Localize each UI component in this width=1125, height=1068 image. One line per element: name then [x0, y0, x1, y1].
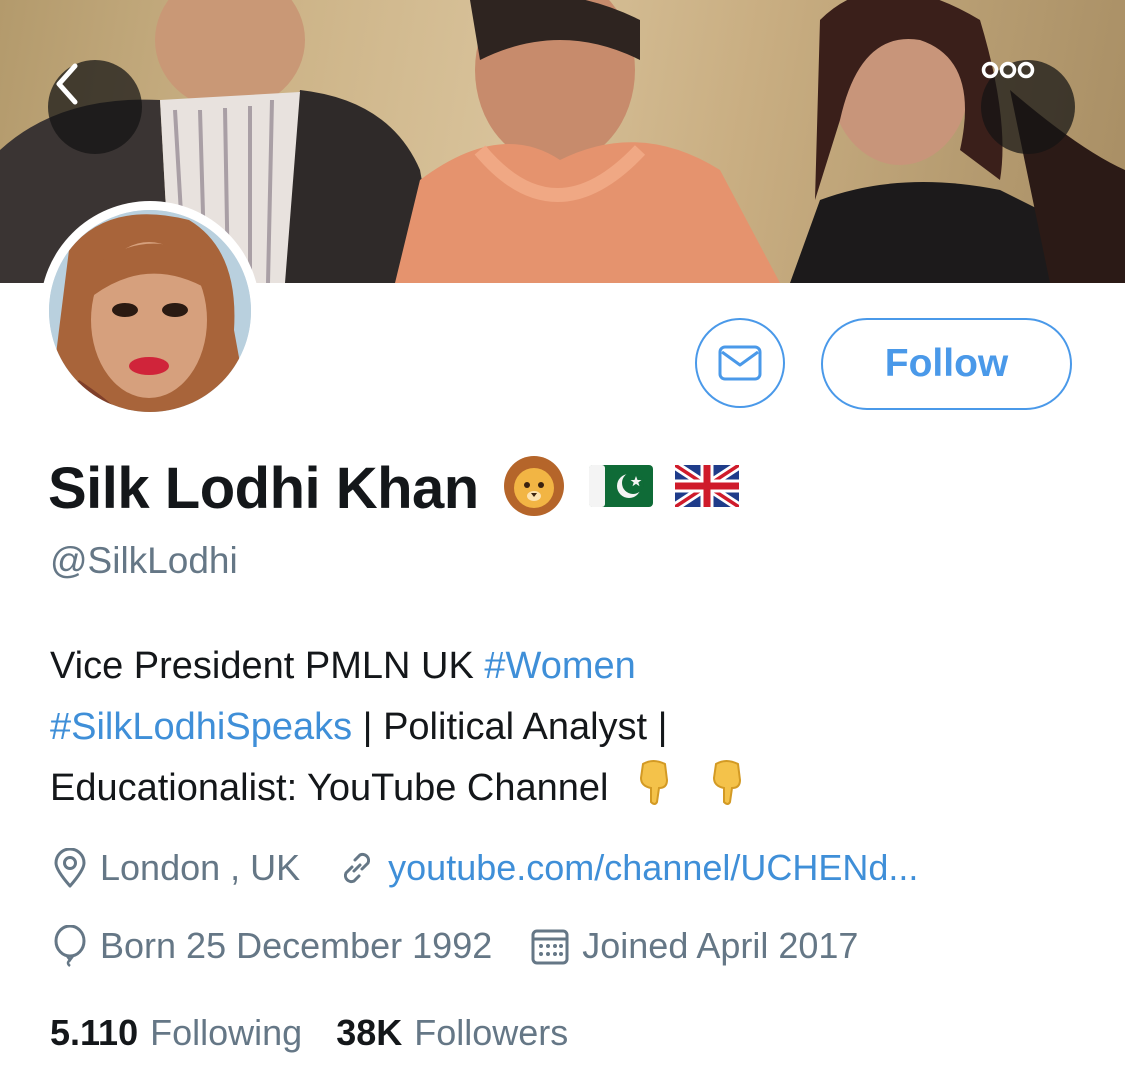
profile-page: Follow Silk Lodhi Khan @SilkLodhi Vice P…	[0, 0, 1125, 1068]
profile-avatar[interactable]	[40, 201, 260, 421]
hashtag-link[interactable]: #Women	[484, 645, 635, 687]
display-name: Silk Lodhi Khan	[48, 455, 479, 521]
bio-line-1: Vice President PMLN UK #Women	[50, 636, 1070, 697]
calendar-icon	[530, 926, 570, 966]
back-button[interactable]	[48, 60, 142, 154]
followers-count: 38K	[336, 1012, 403, 1053]
more-options-button[interactable]	[981, 60, 1075, 154]
uk-flag-emoji	[672, 460, 742, 512]
bio-text: Educationalist: YouTube Channel	[50, 767, 609, 809]
followers-label: Followers	[414, 1012, 569, 1053]
pointing-down-emoji	[706, 758, 746, 825]
link-icon	[338, 849, 376, 887]
bio-text: Vice President PMLN UK	[50, 645, 485, 687]
followers-link[interactable]: 38K Followers	[336, 1012, 568, 1054]
balloon-icon	[52, 925, 88, 967]
follow-button[interactable]: Follow	[821, 318, 1072, 410]
following-label: Following	[150, 1012, 303, 1053]
avatar-image	[49, 210, 251, 412]
location-text: London , UK	[100, 847, 301, 888]
hashtag-link[interactable]: #SilkLodhiSpeaks	[50, 706, 352, 748]
lion-emoji	[501, 455, 567, 522]
bio-line-3: Educationalist: YouTube Channel	[50, 758, 1070, 825]
meta-row-dates: Born 25 December 1992 Joined April 2017	[52, 921, 858, 971]
follow-stats: 5.110 Following 38K Followers	[50, 1008, 568, 1058]
pakistan-flag-emoji	[588, 464, 653, 512]
birthday-text: Born 25 December 1992	[100, 925, 493, 966]
display-name-row: Silk Lodhi Khan	[48, 452, 742, 524]
joined-text: Joined April 2017	[582, 925, 859, 966]
message-button[interactable]	[695, 318, 785, 408]
location-pin-icon	[52, 848, 88, 888]
pointing-down-emoji	[633, 758, 673, 825]
website-link[interactable]: youtube.com/channel/UCHENd...	[388, 847, 918, 889]
meta-row-location: London , UK youtube.com/channel/UCHENd..…	[52, 843, 918, 893]
profile-bio: Vice President PMLN UK #Women #SilkLodhi…	[50, 636, 1070, 825]
following-link[interactable]: 5.110 Following	[50, 1012, 302, 1054]
profile-handle: @SilkLodhi	[50, 540, 238, 581]
bio-line-2: #SilkLodhiSpeaks | Political Analyst |	[50, 697, 1070, 758]
envelope-icon	[717, 343, 763, 383]
bio-text: | Political Analyst |	[352, 706, 668, 748]
following-count: 5.110	[50, 1012, 139, 1053]
